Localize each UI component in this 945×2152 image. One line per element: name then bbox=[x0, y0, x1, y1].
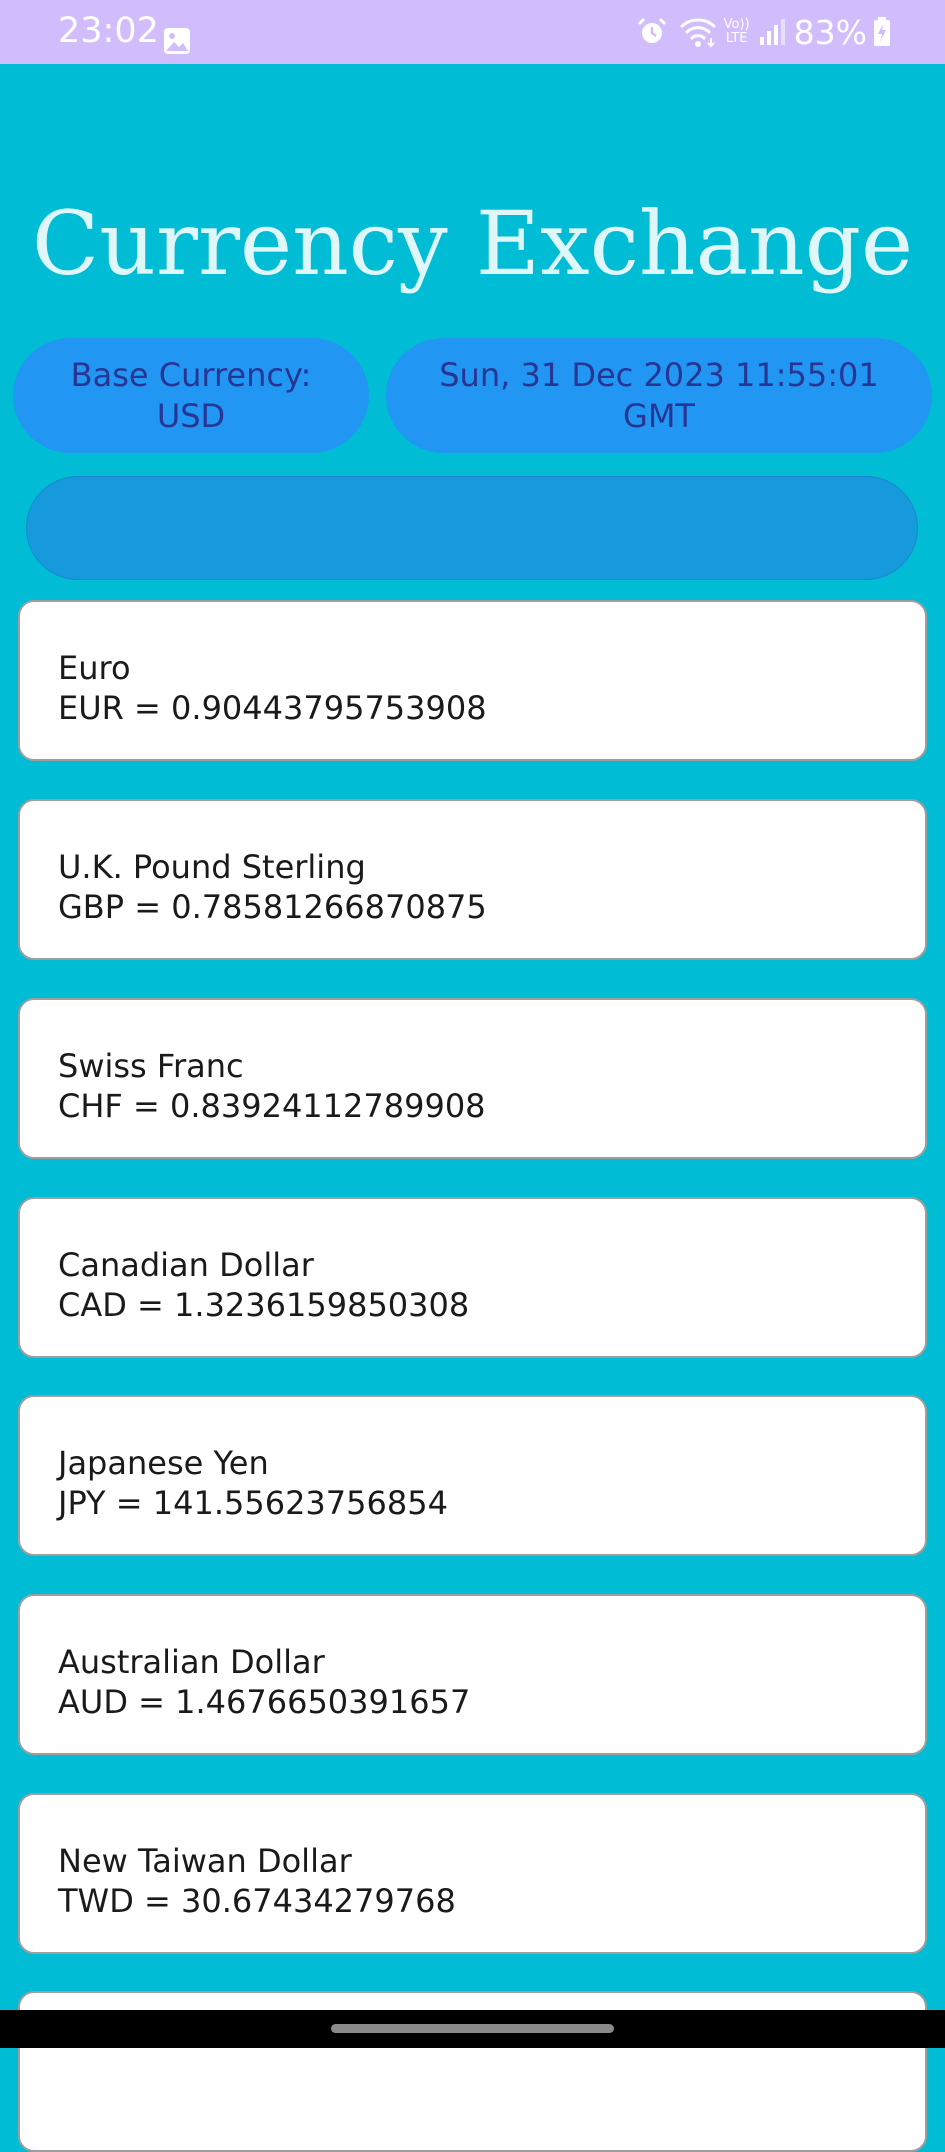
page-title: Currency Exchange bbox=[31, 192, 914, 295]
volte-top-label: Vo)) bbox=[723, 17, 750, 32]
currency-rate: CHF = 0.83924112789908 bbox=[58, 1087, 486, 1125]
currency-name: Canadian Dollar bbox=[58, 1246, 314, 1284]
battery-charging-icon bbox=[874, 17, 890, 46]
search-input[interactable] bbox=[26, 476, 918, 580]
status-bar: 23:02 Vo)) LTE 83% bbox=[0, 0, 945, 64]
navigation-bar bbox=[0, 2010, 945, 2048]
base-currency-value: USD bbox=[156, 396, 226, 435]
battery-percent: 83% bbox=[793, 12, 867, 52]
currency-rate: CAD = 1.3236159850308 bbox=[58, 1286, 470, 1324]
currency-card[interactable]: Japanese Yen JPY = 141.55623756854 bbox=[18, 1395, 927, 1556]
gallery-icon bbox=[164, 28, 190, 54]
signal-icon bbox=[759, 19, 785, 45]
currency-card[interactable]: Swiss Franc CHF = 0.83924112789908 bbox=[18, 998, 927, 1159]
last-updated-date: Sun, 31 Dec 2023 11:55:01 bbox=[439, 355, 879, 394]
last-updated-badge[interactable]: Sun, 31 Dec 2023 11:55:01 GMT bbox=[386, 338, 932, 453]
volte-icon: Vo)) LTE bbox=[724, 18, 750, 46]
currency-card[interactable]: Euro EUR = 0.90443795753908 bbox=[18, 600, 927, 761]
base-currency-badge[interactable]: Base Currency: USD bbox=[13, 338, 369, 453]
currency-name: Japanese Yen bbox=[58, 1444, 269, 1482]
currency-name: U.K. Pound Sterling bbox=[58, 848, 366, 886]
status-time: 23:02 bbox=[58, 11, 159, 51]
base-currency-label: Base Currency: bbox=[70, 355, 312, 394]
home-gesture-handle[interactable] bbox=[331, 2024, 614, 2033]
wifi-icon bbox=[679, 18, 716, 48]
currency-rate: GBP = 0.78581266870875 bbox=[58, 888, 487, 926]
currency-name: Euro bbox=[58, 649, 131, 687]
currency-rate: TWD = 30.67434279768 bbox=[58, 1882, 456, 1920]
alarm-icon bbox=[637, 17, 666, 43]
volte-bottom-label: LTE bbox=[725, 31, 748, 46]
currency-name: Swiss Franc bbox=[58, 1047, 244, 1085]
currency-card[interactable]: New Taiwan Dollar TWD = 30.67434279768 bbox=[18, 1793, 927, 1954]
currency-name: New Taiwan Dollar bbox=[58, 1842, 352, 1880]
currency-name: Australian Dollar bbox=[58, 1643, 325, 1681]
status-icons: Vo)) LTE 83% bbox=[636, 12, 891, 52]
currency-card[interactable]: U.K. Pound Sterling GBP = 0.785812668708… bbox=[18, 799, 927, 960]
currency-card[interactable]: Canadian Dollar CAD = 1.3236159850308 bbox=[18, 1197, 927, 1358]
currency-card[interactable]: Australian Dollar AUD = 1.4676650391657 bbox=[18, 1594, 927, 1755]
currency-rate: AUD = 1.4676650391657 bbox=[58, 1683, 471, 1721]
currency-rate: EUR = 0.90443795753908 bbox=[58, 689, 487, 727]
currency-rate: JPY = 141.55623756854 bbox=[58, 1484, 448, 1522]
last-updated-timezone: GMT bbox=[623, 396, 695, 435]
